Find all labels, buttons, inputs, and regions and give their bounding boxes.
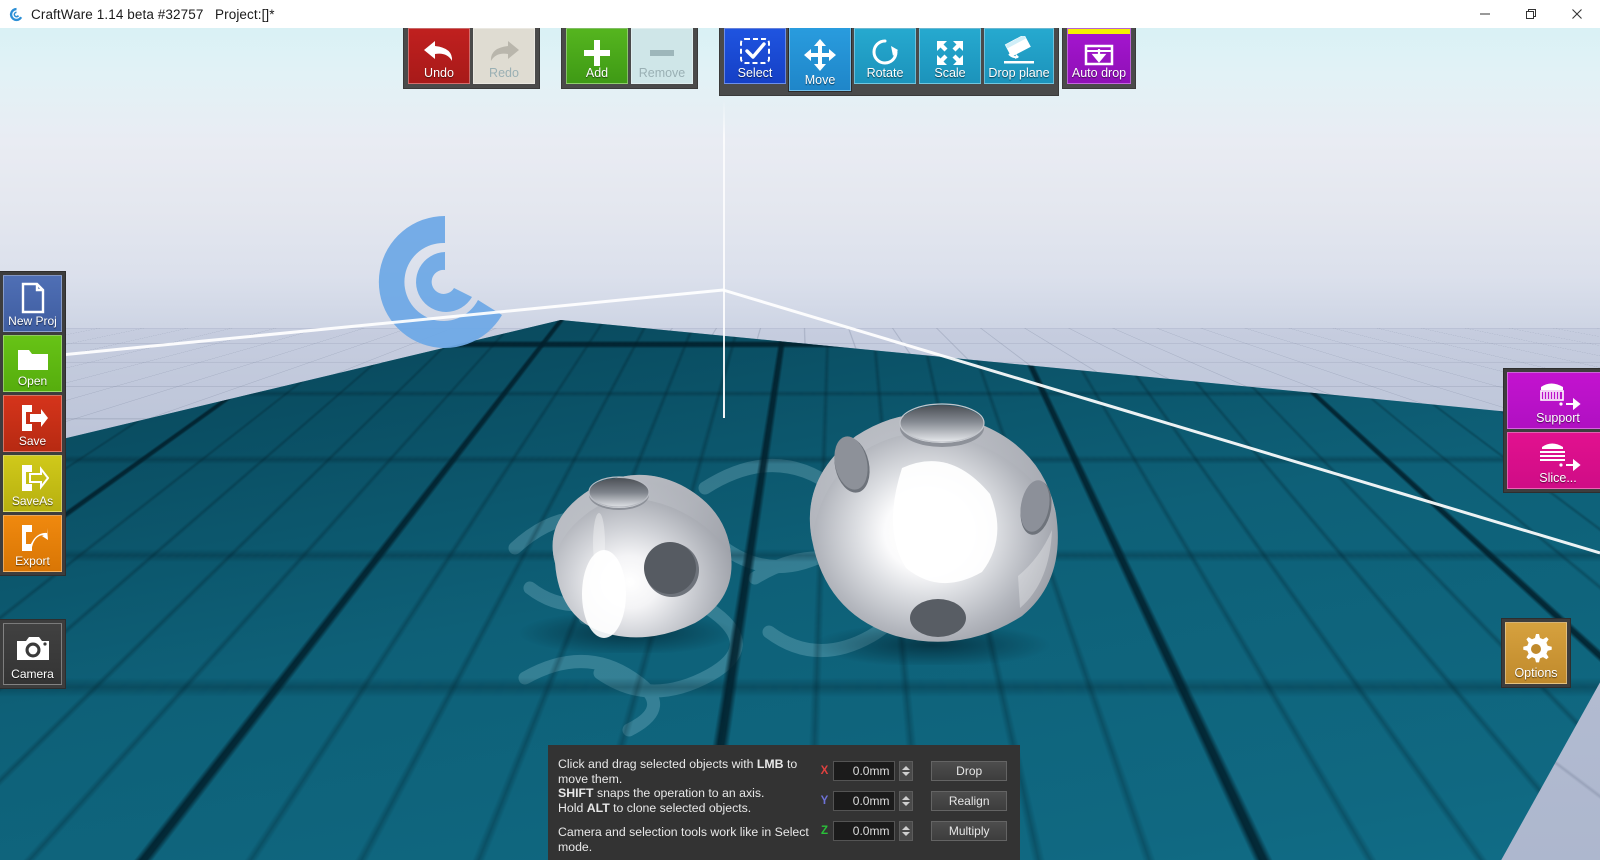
slice-label: Slice... <box>1539 471 1577 485</box>
select-tool-button[interactable]: Select <box>724 28 786 84</box>
hint-footer: Camera and selection tools work like in … <box>558 825 809 854</box>
export-label: Export <box>15 554 50 568</box>
move-arrows-icon <box>803 38 837 75</box>
slice-button[interactable]: Slice... <box>1507 432 1600 489</box>
undo-button[interactable]: Undo <box>408 28 470 84</box>
realign-button[interactable]: Realign <box>931 791 1008 811</box>
x-field-row: X 0.0mm <box>819 761 925 781</box>
z-field-row: Z 0.0mm <box>819 821 925 841</box>
hint-line-1: Click and drag selected objects with LMB… <box>558 757 798 786</box>
maximize-button[interactable] <box>1508 0 1554 28</box>
export-button[interactable]: Export <box>3 515 62 572</box>
move-label: Move <box>804 73 836 87</box>
save-as-button[interactable]: SaveAs <box>3 455 62 512</box>
craftware-c-watermark-icon <box>370 206 520 358</box>
history-toolbar-group: Undo Redo <box>403 23 540 89</box>
scale-tool-button[interactable]: Scale <box>919 28 981 84</box>
redo-label: Redo <box>489 66 519 80</box>
close-button[interactable] <box>1554 0 1600 28</box>
move-tool-button[interactable]: Move <box>789 21 851 91</box>
save-label: Save <box>18 434 47 448</box>
hint-spacer <box>558 815 819 825</box>
undo-arrow-icon <box>421 37 457 68</box>
save-button[interactable]: Save <box>3 395 62 452</box>
model-mesh-right[interactable] <box>790 390 1070 667</box>
minimize-button[interactable] <box>1462 0 1508 28</box>
rotate-label: Rotate <box>866 66 904 80</box>
multiply-button[interactable]: Multiply <box>931 821 1008 841</box>
window-title: CraftWare 1.14 beta #32757 Project:[]* <box>31 6 275 22</box>
coordinate-fields: X 0.0mm Y 0.0mm Z 0.0mm <box>819 757 925 860</box>
move-tool-info-panel: Click and drag selected objects with LMB… <box>548 745 1020 860</box>
camera-button[interactable]: Camera <box>3 623 62 685</box>
new-project-button[interactable]: New Proj <box>3 275 62 332</box>
z-axis-label: Z <box>820 825 828 837</box>
new-project-label: New Proj <box>8 314 57 328</box>
open-button[interactable]: Open <box>3 335 62 392</box>
craftware-c-logo-icon <box>9 7 24 22</box>
window-titlebar: CraftWare 1.14 beta #32757 Project:[]* <box>0 0 1600 28</box>
options-button[interactable]: Options <box>1505 622 1567 684</box>
save-as-document-icon <box>17 462 49 497</box>
hint-line-2: SHIFT snaps the operation to an axis. <box>558 786 765 801</box>
x-stepper[interactable] <box>899 761 914 781</box>
slice-icon <box>1531 438 1585 475</box>
support-label: Support <box>1536 411 1580 425</box>
save-as-label: SaveAs <box>11 494 54 508</box>
remove-button[interactable]: Remove <box>631 28 693 84</box>
save-document-icon <box>17 402 49 437</box>
x-input[interactable]: 0.0mm <box>833 761 896 781</box>
redo-arrow-icon <box>486 37 522 68</box>
slice-toolbar: Support Slice... <box>1503 368 1600 493</box>
add-button[interactable]: Add <box>566 28 628 84</box>
support-icon <box>1531 378 1585 415</box>
x-axis-label: X <box>820 765 829 777</box>
auto-drop-button[interactable]: Auto drop <box>1067 28 1131 84</box>
camera-icon <box>15 634 51 667</box>
redo-button[interactable]: Redo <box>473 28 535 84</box>
z-stepper[interactable] <box>899 821 914 841</box>
y-stepper[interactable] <box>899 791 914 811</box>
window-controls[interactable] <box>1462 0 1600 28</box>
camera-label: Camera <box>11 667 54 681</box>
file-toolbar: New Proj Open Save SaveAs Export <box>0 271 66 576</box>
options-toolbar: Options <box>1501 618 1571 688</box>
undo-label: Undo <box>424 66 454 80</box>
add-remove-toolbar-group: Add Remove <box>561 23 698 89</box>
camera-toolbar: Camera <box>0 619 66 689</box>
drop-plane-label: Drop plane <box>988 66 1050 80</box>
options-label: Options <box>1514 666 1558 680</box>
export-document-icon <box>17 522 49 557</box>
panel-action-buttons: Drop Realign Multiply <box>931 757 1010 860</box>
scale-label: Scale <box>934 66 966 80</box>
auto-drop-label: Auto drop <box>1071 66 1127 80</box>
transform-tools-group: Select Move Rotate Scale Drop plane <box>719 21 1059 96</box>
select-label: Select <box>737 66 773 80</box>
y-field-row: Y 0.0mm <box>819 791 925 811</box>
y-axis-label: Y <box>820 795 829 807</box>
remove-label: Remove <box>638 66 686 80</box>
support-button[interactable]: Support <box>1507 372 1600 429</box>
y-input[interactable]: 0.0mm <box>833 791 896 811</box>
minus-icon <box>647 48 677 61</box>
open-label: Open <box>17 374 48 388</box>
drop-button[interactable]: Drop <box>931 761 1008 781</box>
drop-plane-tool-button[interactable]: Drop plane <box>984 28 1054 84</box>
folder-icon <box>16 345 50 376</box>
model-mesh-left[interactable] <box>495 423 755 655</box>
auto-drop-group: Auto drop <box>1062 23 1136 89</box>
3d-viewport[interactable] <box>0 28 1600 860</box>
gear-icon <box>1519 632 1553 669</box>
rotate-tool-button[interactable]: Rotate <box>854 28 916 84</box>
new-document-icon <box>19 282 47 317</box>
add-label: Add <box>585 66 609 80</box>
hint-line-3: Hold ALT to clone selected objects. <box>558 800 752 815</box>
hint-text-block: Click and drag selected objects with LMB… <box>558 757 819 860</box>
auto-drop-active-indicator <box>1068 29 1130 34</box>
z-input[interactable]: 0.0mm <box>833 821 896 841</box>
build-volume-edge-line <box>723 98 725 418</box>
